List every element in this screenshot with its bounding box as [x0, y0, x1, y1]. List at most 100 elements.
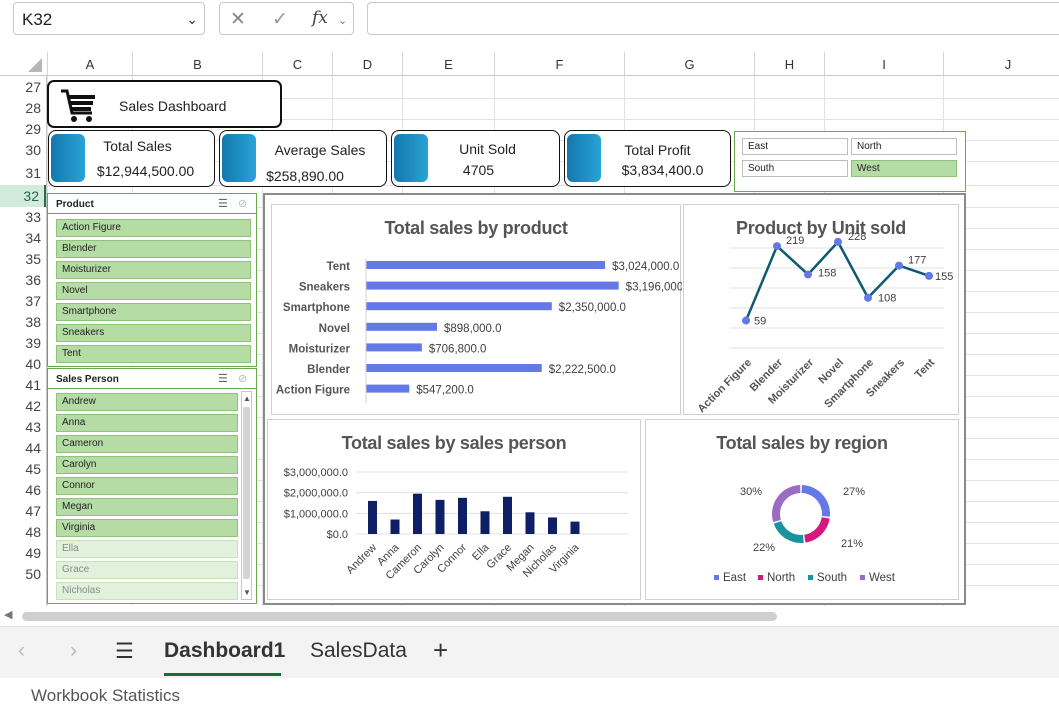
- bar[interactable]: [570, 521, 580, 534]
- column-header-i[interactable]: I: [824, 52, 943, 76]
- column-header-h[interactable]: H: [754, 52, 824, 76]
- row-header-45[interactable]: 45: [0, 459, 46, 480]
- row-header-31[interactable]: 31: [0, 161, 46, 185]
- bar[interactable]: [368, 500, 377, 534]
- column-header-j[interactable]: J: [943, 52, 1059, 76]
- workbook-statistics[interactable]: Workbook Statistics: [31, 686, 180, 706]
- salesperson-slicer-item[interactable]: Anna: [56, 414, 238, 432]
- bar[interactable]: [366, 364, 542, 372]
- column-header-c[interactable]: C: [262, 52, 332, 76]
- prev-sheet-icon[interactable]: ‹: [18, 639, 25, 663]
- row-header-47[interactable]: 47: [0, 501, 46, 522]
- salesperson-slicer-item[interactable]: Megan: [56, 498, 238, 516]
- product-slicer-item[interactable]: Action Figure: [56, 219, 251, 237]
- column-header-e[interactable]: E: [402, 52, 494, 76]
- column-header-g[interactable]: G: [624, 52, 754, 76]
- region-west-button[interactable]: West: [851, 160, 957, 177]
- bar[interactable]: [525, 512, 535, 534]
- chart-units-by-product[interactable]: Product by Unit sold 59 Action Figure 219 B…: [683, 204, 959, 415]
- data-point[interactable]: [864, 293, 872, 302]
- bar[interactable]: [366, 261, 606, 269]
- donut-slice[interactable]: [804, 517, 830, 543]
- product-slicer-item[interactable]: Tent: [56, 345, 251, 363]
- product-slicer-item[interactable]: Novel: [56, 282, 251, 300]
- cancel-icon[interactable]: ✕: [230, 8, 246, 31]
- row-header-43[interactable]: 43: [0, 417, 46, 438]
- add-sheet-icon[interactable]: +: [433, 635, 448, 666]
- chevron-down-icon[interactable]: ⌄: [338, 14, 347, 27]
- column-header-d[interactable]: D: [332, 52, 402, 76]
- bar[interactable]: [413, 493, 422, 534]
- data-point[interactable]: [925, 271, 933, 280]
- data-point[interactable]: [895, 261, 903, 270]
- bar[interactable]: [366, 343, 422, 352]
- data-point[interactable]: [742, 316, 750, 325]
- chevron-down-icon[interactable]: ⌄: [186, 11, 198, 28]
- donut-slice[interactable]: [772, 485, 801, 523]
- column-header-f[interactable]: F: [494, 52, 624, 76]
- scroll-down-icon[interactable]: ▼: [243, 588, 251, 597]
- tab-dashboard1[interactable]: Dashboard1: [164, 639, 285, 663]
- enter-icon[interactable]: ✓: [272, 8, 288, 31]
- salesperson-slicer-item[interactable]: Andrew: [56, 393, 238, 411]
- bar[interactable]: [480, 511, 490, 534]
- region-east-button[interactable]: East: [742, 138, 848, 155]
- clear-filter-icon[interactable]: ⊘: [238, 197, 247, 210]
- clear-filter-icon[interactable]: ⊘: [238, 372, 247, 385]
- row-header-37[interactable]: 37: [0, 291, 46, 312]
- row-header-30[interactable]: 30: [0, 140, 46, 161]
- scroll-thumb[interactable]: [22, 612, 777, 621]
- chart-sales-by-region[interactable]: Total sales by region 27% 21% 22% 30% East No…: [645, 419, 959, 600]
- bar[interactable]: [390, 519, 400, 534]
- scroll-up-icon[interactable]: ▲: [243, 394, 251, 403]
- row-header-50[interactable]: 50: [0, 564, 46, 585]
- multi-select-icon[interactable]: ☰: [218, 197, 228, 210]
- scroll-thumb[interactable]: [243, 407, 250, 579]
- row-header-38[interactable]: 38: [0, 312, 46, 333]
- salesperson-slicer-item[interactable]: Virginia: [56, 519, 238, 537]
- formula-input[interactable]: [367, 2, 1059, 35]
- scroll-left-icon[interactable]: ◀: [4, 608, 12, 621]
- product-slicer-item[interactable]: Moisturizer: [56, 261, 251, 279]
- column-header-a[interactable]: A: [47, 52, 132, 76]
- salesperson-slicer-item[interactable]: Cameron: [56, 435, 238, 453]
- salesperson-slicer-item[interactable]: Carolyn: [56, 456, 238, 474]
- data-point[interactable]: [773, 242, 781, 251]
- product-slicer-item[interactable]: Blender: [56, 240, 251, 258]
- bar[interactable]: [458, 497, 467, 534]
- row-header-39[interactable]: 39: [0, 333, 46, 354]
- bar[interactable]: [366, 384, 410, 393]
- row-header-40[interactable]: 40: [0, 354, 46, 375]
- row-header-35[interactable]: 35: [0, 249, 46, 270]
- column-header-b[interactable]: B: [132, 52, 262, 76]
- row-header-49[interactable]: 49: [0, 543, 46, 564]
- row-header-41[interactable]: 41: [0, 375, 46, 396]
- row-header-42[interactable]: 42: [0, 396, 46, 417]
- salesperson-slicer-item[interactable]: Ella: [56, 540, 238, 558]
- name-box[interactable]: K32 ⌄: [13, 2, 205, 35]
- region-south-button[interactable]: South: [742, 160, 848, 177]
- data-point[interactable]: [804, 270, 812, 279]
- bar[interactable]: [366, 281, 619, 290]
- bar[interactable]: [366, 322, 437, 331]
- salesperson-slicer-item[interactable]: Connor: [56, 477, 238, 495]
- slicer-scrollbar[interactable]: ▲ ▼: [241, 391, 252, 600]
- data-point[interactable]: [834, 237, 842, 246]
- donut-slice[interactable]: [773, 521, 804, 543]
- region-north-button[interactable]: North: [851, 138, 957, 155]
- bar[interactable]: [548, 517, 557, 534]
- tab-salesdata[interactable]: SalesData: [310, 639, 407, 663]
- chart-sales-by-person[interactable]: Total sales by sales person $3,000,000.0…: [267, 419, 641, 600]
- salesperson-slicer-item[interactable]: Nicholas: [56, 582, 238, 600]
- row-header-34[interactable]: 34: [0, 228, 46, 249]
- line-series[interactable]: [744, 239, 930, 322]
- row-header-46[interactable]: 46: [0, 480, 46, 501]
- row-header-44[interactable]: 44: [0, 438, 46, 459]
- bar[interactable]: [435, 499, 445, 534]
- donut-slice[interactable]: [801, 485, 830, 517]
- all-sheets-icon[interactable]: ☰: [115, 639, 134, 664]
- bar[interactable]: [366, 302, 552, 311]
- product-slicer-item[interactable]: Sneakers: [56, 324, 251, 342]
- row-header-48[interactable]: 48: [0, 522, 46, 543]
- select-all-corner[interactable]: [0, 52, 47, 76]
